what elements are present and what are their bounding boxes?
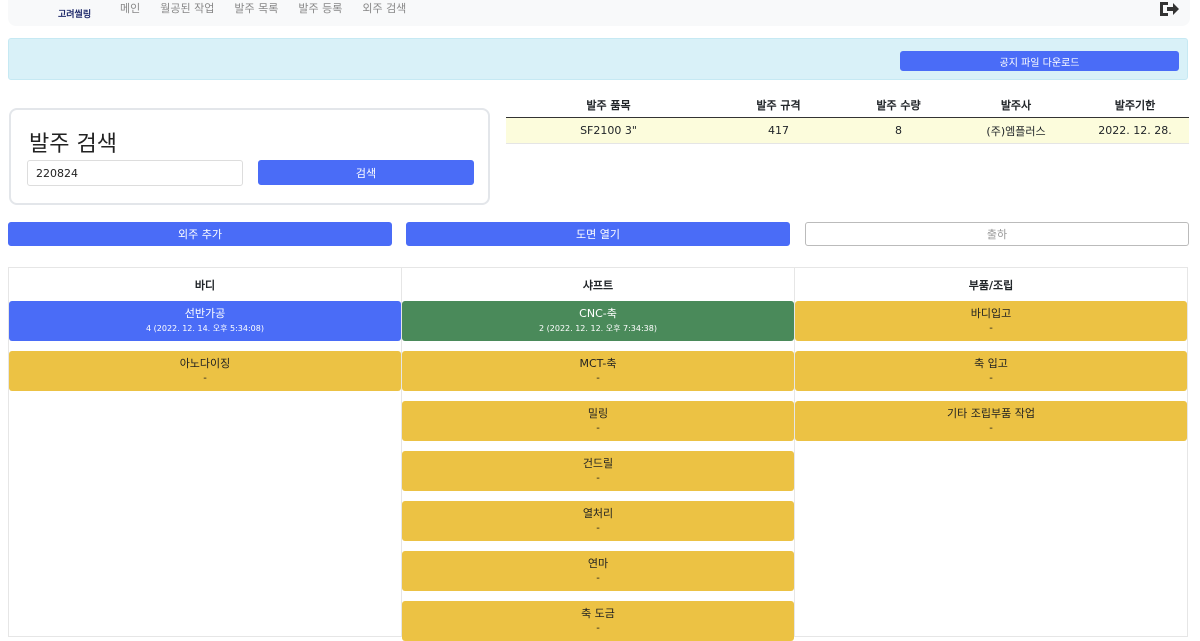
nav-item-completed-work[interactable]: 월공된 작업 [160, 0, 214, 18]
process-name: 연마 [587, 557, 609, 570]
header-quantity: 발주 수량 [846, 92, 951, 118]
parts-assembly-column: 부품/조립바디입고 - 축 입고 - 기타 조립부품 작업 - [794, 267, 1188, 637]
company-logo[interactable]: 고려씰링 [36, 0, 98, 24]
column-title: 샤프트 [582, 278, 614, 292]
process-name: 축 도금 [581, 607, 615, 620]
cell-client: (주)엠플러스 [951, 117, 1081, 144]
notice-banner: 공지 파일 다운로드 [8, 38, 1188, 80]
nav-menu: 메인 월공된 작업 발주 목록 발주 등록 외주 검색 [120, 0, 406, 18]
process-status: 2 (2022. 12. 12. 오후 7:34:38) [539, 324, 657, 333]
process-name: CNC-축 [579, 307, 617, 320]
top-navbar: 고려씰링 메인 월공된 작업 발주 목록 발주 등록 외주 검색 [8, 0, 1190, 26]
search-button[interactable]: 검색 [258, 160, 474, 185]
ship-button[interactable]: 출하 [805, 222, 1189, 246]
nav-item-order-list[interactable]: 발주 목록 [234, 0, 278, 18]
notice-download-button[interactable]: 공지 파일 다운로드 [900, 51, 1179, 71]
header-deadline: 발주기한 [1081, 92, 1189, 118]
search-input[interactable] [27, 160, 243, 186]
nav-item-outsource-search[interactable]: 외주 검색 [362, 0, 406, 18]
cell-spec: 417 [711, 117, 846, 144]
process-card[interactable]: 밀링 - [402, 401, 794, 441]
order-info-table: 발주 품목 발주 규격 발주 수량 발주사 발주기한 SF2100 3" 417… [506, 92, 1189, 144]
process-card[interactable]: 열처리 - [402, 501, 794, 541]
process-card[interactable]: 바디입고 - [795, 301, 1187, 341]
search-title: 발주 검색 [29, 132, 117, 157]
process-name: 아노다이징 [179, 357, 231, 370]
process-status: - [596, 573, 600, 584]
process-status: - [596, 523, 600, 534]
process-status: 4 (2022. 12. 14. 오후 5:34:08) [146, 324, 264, 333]
process-card[interactable]: 축 입고 - [795, 351, 1187, 391]
process-card[interactable]: 선반가공 4 (2022. 12. 14. 오후 5:34:08) [9, 301, 401, 341]
table-row: SF2100 3" 417 8 (주)엠플러스 2022. 12. 28. [506, 117, 1189, 144]
nav-item-order-register[interactable]: 발주 등록 [298, 0, 342, 18]
cell-quantity: 8 [846, 117, 951, 144]
process-name: 건드릴 [582, 457, 614, 470]
nav-item-main[interactable]: 메인 [120, 0, 140, 18]
process-card[interactable]: 건드릴 - [402, 451, 794, 491]
process-card[interactable]: 축 도금 - [402, 601, 794, 641]
process-card[interactable]: CNC-축 2 (2022. 12. 12. 오후 7:34:38) [402, 301, 794, 341]
process-name: 기타 조립부품 작업 [947, 407, 1035, 420]
header-spec: 발주 규격 [711, 92, 846, 118]
column-title: 바디 [194, 278, 216, 292]
open-drawing-button[interactable]: 도면 열기 [406, 222, 790, 246]
process-status: - [989, 373, 993, 384]
process-status: - [596, 473, 600, 484]
process-status: - [596, 423, 600, 434]
process-status: - [596, 373, 600, 384]
process-name: 밀링 [587, 407, 609, 420]
process-status: - [989, 323, 993, 334]
cell-item: SF2100 3" [506, 117, 711, 144]
cell-deadline: 2022. 12. 28. [1081, 117, 1189, 144]
process-card[interactable]: 연마 - [402, 551, 794, 591]
logo-text: 고려씰링 [58, 10, 92, 20]
header-client: 발주사 [951, 92, 1081, 118]
add-outsource-button[interactable]: 외주 추가 [8, 222, 392, 246]
body-column: 바디선반가공 4 (2022. 12. 14. 오후 5:34:08) 아노다이징 - [8, 267, 402, 637]
logout-icon[interactable] [1158, 0, 1180, 18]
process-name: 바디입고 [970, 307, 1012, 320]
process-name: 열처리 [582, 507, 614, 520]
process-card[interactable]: MCT-축 - [402, 351, 794, 391]
process-board: 바디선반가공 4 (2022. 12. 14. 오후 5:34:08) 아노다이징 -… [8, 267, 1190, 641]
table-header-row: 발주 품목 발주 규격 발주 수량 발주사 발주기한 [506, 92, 1189, 118]
process-name: MCT-축 [579, 357, 617, 370]
process-status: - [989, 423, 993, 434]
shaft-column: 샤프트 CNC-축 2 (2022. 12. 12. 오후 7:34:38) MCT-… [401, 267, 795, 641]
column-title: 부품/조립 [968, 278, 1014, 292]
header-item: 발주 품목 [506, 92, 711, 118]
process-status: - [596, 623, 600, 634]
process-status: - [203, 373, 207, 384]
process-card[interactable]: 아노다이징 - [9, 351, 401, 391]
process-card[interactable]: 기타 조립부품 작업 - [795, 401, 1187, 441]
order-search-card: 발주 검색 검색 [9, 108, 490, 205]
process-name: 선반가공 [184, 307, 226, 320]
process-name: 축 입고 [974, 357, 1008, 370]
